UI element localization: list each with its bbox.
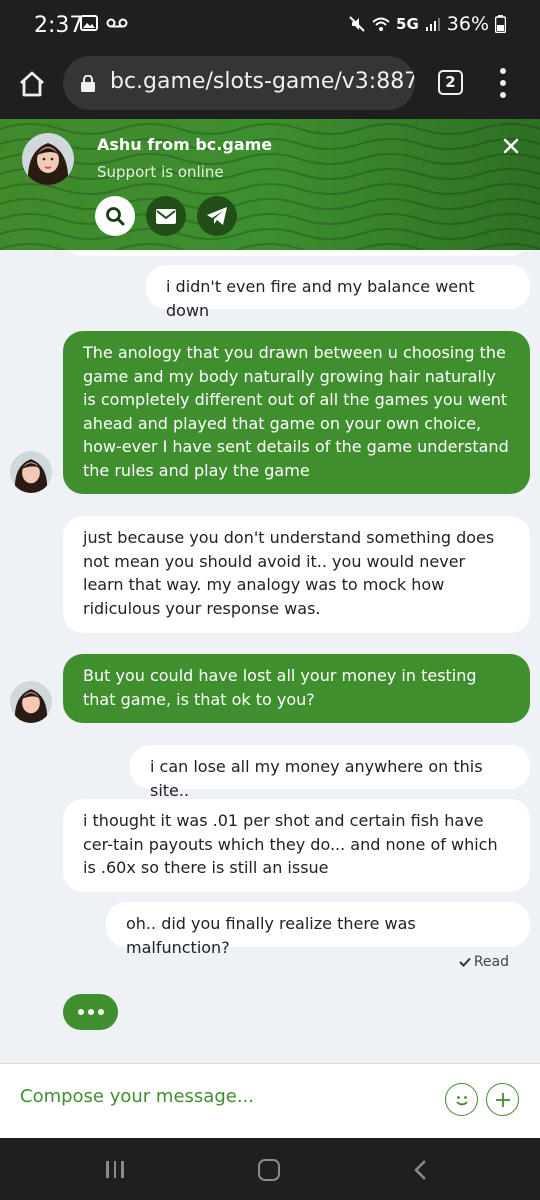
url-text: bc.game/slots-game/v3:887 bbox=[110, 69, 415, 94]
user-message: just because you don't understand someth… bbox=[63, 516, 530, 633]
chat-messages: i didn't even fire and my balance went d… bbox=[0, 250, 540, 1063]
previous-message-fragment bbox=[63, 250, 530, 256]
agent-avatar bbox=[22, 133, 74, 185]
back-chevron-icon bbox=[414, 1160, 426, 1180]
message-input[interactable] bbox=[20, 1086, 420, 1107]
plus-icon bbox=[495, 1092, 510, 1107]
agent-name: Ashu from bc.game bbox=[97, 135, 273, 154]
system-navigation-bar bbox=[0, 1138, 540, 1200]
agent-message: But you could have lost all your money i… bbox=[63, 654, 530, 723]
typing-indicator bbox=[63, 994, 118, 1030]
emoji-button[interactable] bbox=[445, 1083, 478, 1116]
network-type: 5G bbox=[396, 15, 419, 33]
chat-header: Ashu from bc.game Support is online bbox=[0, 119, 540, 250]
image-notification-icon bbox=[80, 15, 98, 31]
telegram-button[interactable] bbox=[197, 196, 237, 236]
signal-icon bbox=[425, 18, 440, 31]
agent-message-avatar bbox=[10, 451, 52, 493]
agent-status: Support is online bbox=[97, 163, 224, 181]
header-action-icons bbox=[95, 196, 237, 236]
message-text: oh.. did you finally realize there was m… bbox=[126, 914, 416, 957]
voicemail-icon bbox=[106, 18, 128, 28]
agent-message: The anology that you drawn between u cho… bbox=[63, 331, 530, 494]
user-message: oh.. did you finally realize there was m… bbox=[106, 902, 530, 957]
message-text: i thought it was .01 per shot and certai… bbox=[83, 811, 498, 877]
back-button[interactable] bbox=[412, 1159, 428, 1185]
status-bar: 2:37 5G 36% bbox=[0, 0, 540, 52]
message-text: The anology that you drawn between u cho… bbox=[83, 343, 509, 480]
message-text: i can lose all my money anywhere on this… bbox=[150, 757, 483, 800]
message-text: just because you don't understand someth… bbox=[83, 528, 495, 618]
battery-percent: 36% bbox=[446, 13, 489, 35]
checkmark-icon bbox=[459, 957, 471, 967]
agent-message-avatar bbox=[10, 681, 52, 723]
smiley-icon bbox=[455, 1095, 468, 1105]
attach-button[interactable] bbox=[486, 1083, 519, 1116]
mute-icon bbox=[349, 16, 365, 32]
notification-icons bbox=[80, 15, 128, 31]
email-icon bbox=[156, 208, 176, 224]
message-text: But you could have lost all your money i… bbox=[83, 666, 477, 709]
user-message: i didn't even fire and my balance went d… bbox=[146, 265, 530, 320]
email-button[interactable] bbox=[146, 196, 186, 236]
lock-icon bbox=[81, 75, 95, 92]
home-nav-button[interactable] bbox=[258, 1159, 280, 1181]
address-bar[interactable]: bc.game/slots-game/v3:887 bbox=[63, 56, 415, 110]
status-time: 2:37 bbox=[34, 13, 84, 38]
read-receipt: Read bbox=[459, 954, 509, 970]
status-indicators: 5G 36% bbox=[348, 13, 506, 35]
wifi-icon bbox=[372, 17, 390, 31]
overflow-menu-button[interactable] bbox=[498, 68, 508, 98]
home-button[interactable] bbox=[16, 68, 48, 100]
read-receipt-label: Read bbox=[473, 954, 509, 970]
close-chat-button[interactable] bbox=[500, 135, 522, 157]
telegram-icon bbox=[207, 207, 227, 225]
browser-toolbar: bc.game/slots-game/v3:887 2 bbox=[0, 52, 540, 119]
search-icon bbox=[106, 207, 125, 226]
user-message: i can lose all my money anywhere on this… bbox=[130, 745, 530, 800]
message-composer bbox=[0, 1063, 540, 1138]
recent-apps-button[interactable] bbox=[106, 1161, 124, 1178]
close-icon bbox=[503, 138, 519, 154]
home-icon bbox=[20, 71, 44, 97]
user-message: i thought it was .01 per shot and certai… bbox=[63, 799, 530, 892]
message-text: i didn't even fire and my balance went d… bbox=[166, 277, 475, 320]
search-button[interactable] bbox=[95, 196, 135, 236]
tab-switcher-button[interactable]: 2 bbox=[438, 70, 463, 95]
battery-icon bbox=[495, 15, 506, 33]
